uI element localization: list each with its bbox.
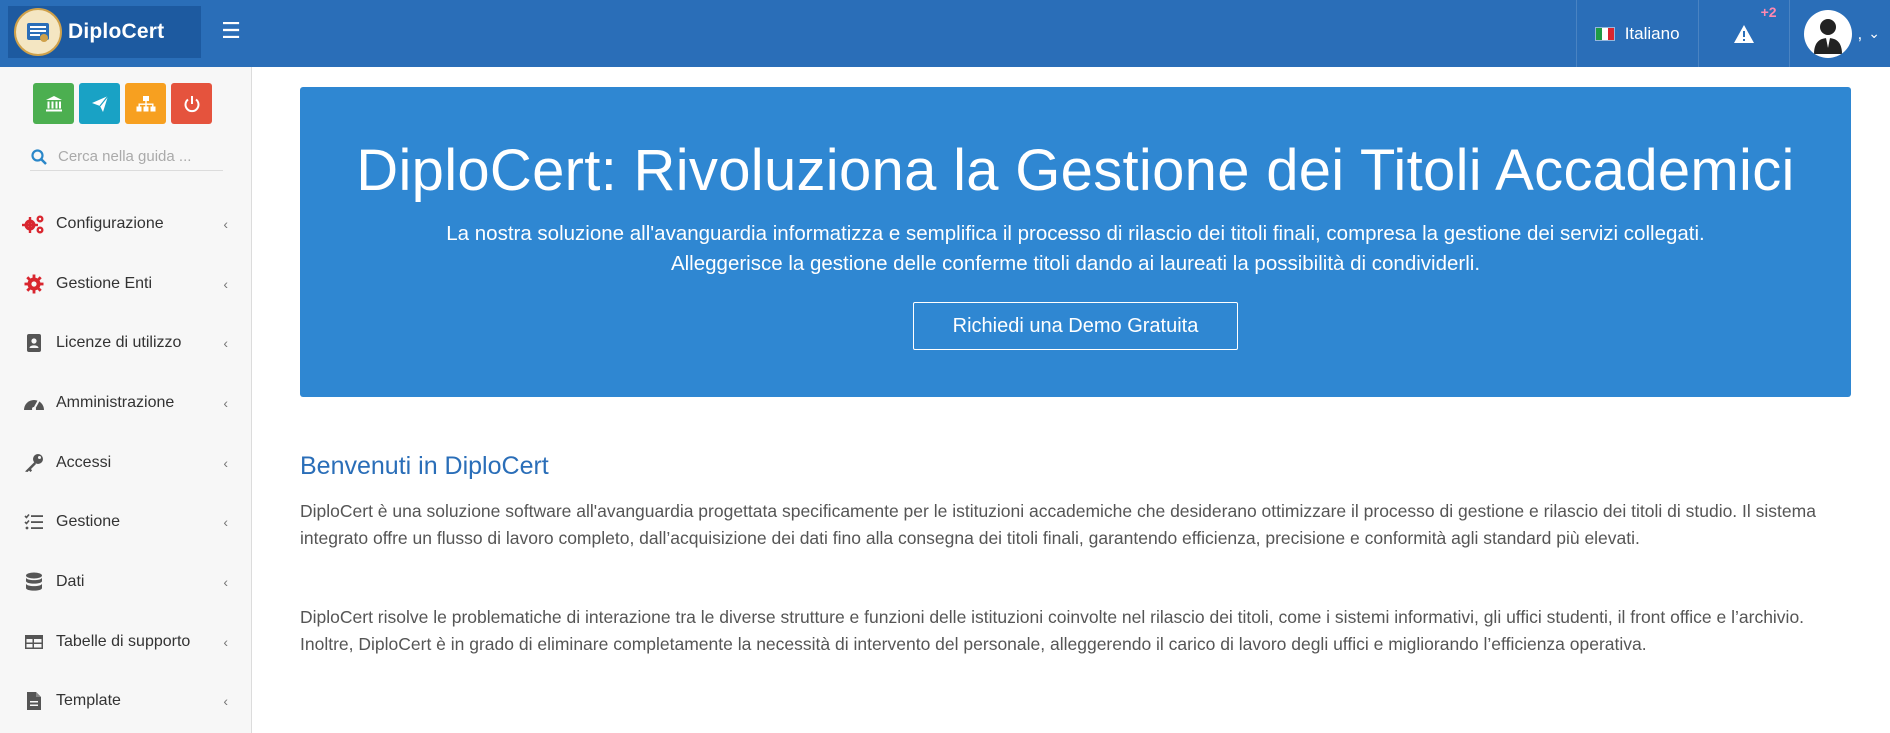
sidebar-toggle-button[interactable]: ☰ bbox=[216, 16, 246, 46]
topbar-right: Italiano +2 , ⌄ bbox=[1575, 0, 1890, 67]
welcome-heading: Benvenuti in DiploCert bbox=[300, 452, 549, 480]
hero-subtitle: La nostra soluzione all'avanguardia info… bbox=[300, 219, 1851, 279]
sidebar-item-label: Gestione Enti bbox=[56, 274, 153, 292]
sidebar-item-gestione[interactable]: Gestione ‹ bbox=[0, 492, 252, 552]
alerts-button[interactable]: +2 bbox=[1697, 0, 1789, 67]
sidebar-item-dati[interactable]: Dati ‹ bbox=[0, 552, 252, 612]
search-icon bbox=[31, 148, 47, 165]
sitemap-button[interactable] bbox=[125, 83, 166, 124]
hero-banner: DiploCert: Rivoluziona la Gestione dei T… bbox=[300, 87, 1851, 397]
top-navbar: DiploCert ☰ Italiano +2 , ⌄ bbox=[0, 0, 1890, 67]
id-badge-icon bbox=[22, 331, 46, 355]
chevron-left-icon: ‹ bbox=[223, 514, 228, 531]
hero-subtitle-line: La nostra soluzione all'avanguardia info… bbox=[446, 222, 1705, 245]
avatar bbox=[1803, 9, 1852, 58]
power-icon bbox=[184, 95, 199, 112]
database-icon bbox=[22, 570, 46, 594]
chevron-left-icon: ‹ bbox=[223, 335, 228, 352]
sidebar-nav: Configurazione ‹ Gestione Enti ‹ Licenze… bbox=[0, 194, 252, 731]
tasks-icon bbox=[22, 510, 46, 534]
chevron-down-icon: ⌄ bbox=[1868, 25, 1880, 41]
quick-actions bbox=[33, 83, 212, 124]
chevron-left-icon: ‹ bbox=[223, 394, 228, 411]
hero-subtitle-line: Alleggerisce la gestione delle conferme … bbox=[670, 252, 1481, 275]
chevron-left-icon: ‹ bbox=[223, 454, 228, 471]
user-menu[interactable]: , ⌄ bbox=[1788, 0, 1890, 67]
sidebar-item-label: Tabelle di supporto bbox=[56, 632, 191, 650]
language-label: Italiano bbox=[1624, 23, 1680, 43]
sidebar-item-configurazione[interactable]: Configurazione ‹ bbox=[0, 194, 252, 254]
gear-icon bbox=[22, 272, 46, 296]
sitemap-icon bbox=[136, 95, 155, 111]
hero-title: DiploCert: Rivoluziona la Gestione dei T… bbox=[356, 138, 1795, 203]
sidebar-item-template[interactable]: Template ‹ bbox=[0, 672, 252, 732]
request-demo-button[interactable]: Richiedi una Demo Gratuita bbox=[913, 302, 1238, 350]
user-silhouette-icon bbox=[1813, 18, 1842, 54]
language-selector[interactable]: Italiano bbox=[1575, 0, 1698, 67]
diplocert-logo-icon bbox=[14, 8, 62, 56]
search-input[interactable] bbox=[58, 148, 218, 165]
sidebar-item-amministrazione[interactable]: Amministrazione ‹ bbox=[0, 373, 252, 433]
chevron-left-icon: ‹ bbox=[223, 633, 228, 650]
logout-button[interactable] bbox=[171, 83, 212, 124]
key-icon bbox=[22, 451, 46, 475]
brand-logo-link[interactable]: DiploCert bbox=[8, 6, 201, 58]
sidebar: Configurazione ‹ Gestione Enti ‹ bbox=[0, 67, 252, 733]
sidebar-item-gestione-enti[interactable]: Gestione Enti ‹ bbox=[0, 254, 252, 314]
chevron-left-icon: ‹ bbox=[223, 215, 228, 232]
chevron-left-icon: ‹ bbox=[223, 693, 228, 710]
sidebar-item-label: Configurazione bbox=[56, 214, 164, 232]
table-icon bbox=[22, 630, 46, 654]
intro-paragraph: DiploCert risolve le problematiche di in… bbox=[300, 607, 1805, 654]
chevron-left-icon: ‹ bbox=[223, 275, 228, 292]
warning-icon bbox=[1733, 24, 1754, 43]
gears-icon bbox=[22, 212, 46, 236]
chevron-left-icon: ‹ bbox=[223, 573, 228, 590]
alert-count-badge: +2 bbox=[1760, 4, 1777, 20]
institution-button[interactable] bbox=[33, 83, 74, 124]
italy-flag-icon bbox=[1594, 26, 1615, 41]
user-name: , bbox=[1857, 23, 1863, 43]
sidebar-item-tabelle[interactable]: Tabelle di supporto ‹ bbox=[0, 612, 252, 672]
paper-plane-icon bbox=[91, 95, 108, 112]
sidebar-item-label: Template bbox=[56, 692, 121, 710]
sidebar-item-label: Amministrazione bbox=[56, 393, 175, 411]
sidebar-item-label: Accessi bbox=[56, 453, 112, 471]
brand-name: DiploCert bbox=[68, 20, 165, 43]
sidebar-item-label: Gestione bbox=[56, 513, 121, 531]
dashboard-icon bbox=[22, 391, 46, 415]
sidebar-item-accessi[interactable]: Accessi ‹ bbox=[0, 433, 252, 493]
sidebar-item-licenze[interactable]: Licenze di utilizzo ‹ bbox=[0, 313, 252, 373]
institution-icon bbox=[45, 95, 62, 111]
send-button[interactable] bbox=[79, 83, 120, 124]
guide-search bbox=[30, 143, 223, 171]
sidebar-item-label: Dati bbox=[56, 572, 85, 590]
intro-paragraph: DiploCert è una soluzione software all'a… bbox=[300, 501, 1816, 548]
file-icon bbox=[22, 689, 46, 713]
sidebar-item-label: Licenze di utilizzo bbox=[56, 334, 182, 352]
